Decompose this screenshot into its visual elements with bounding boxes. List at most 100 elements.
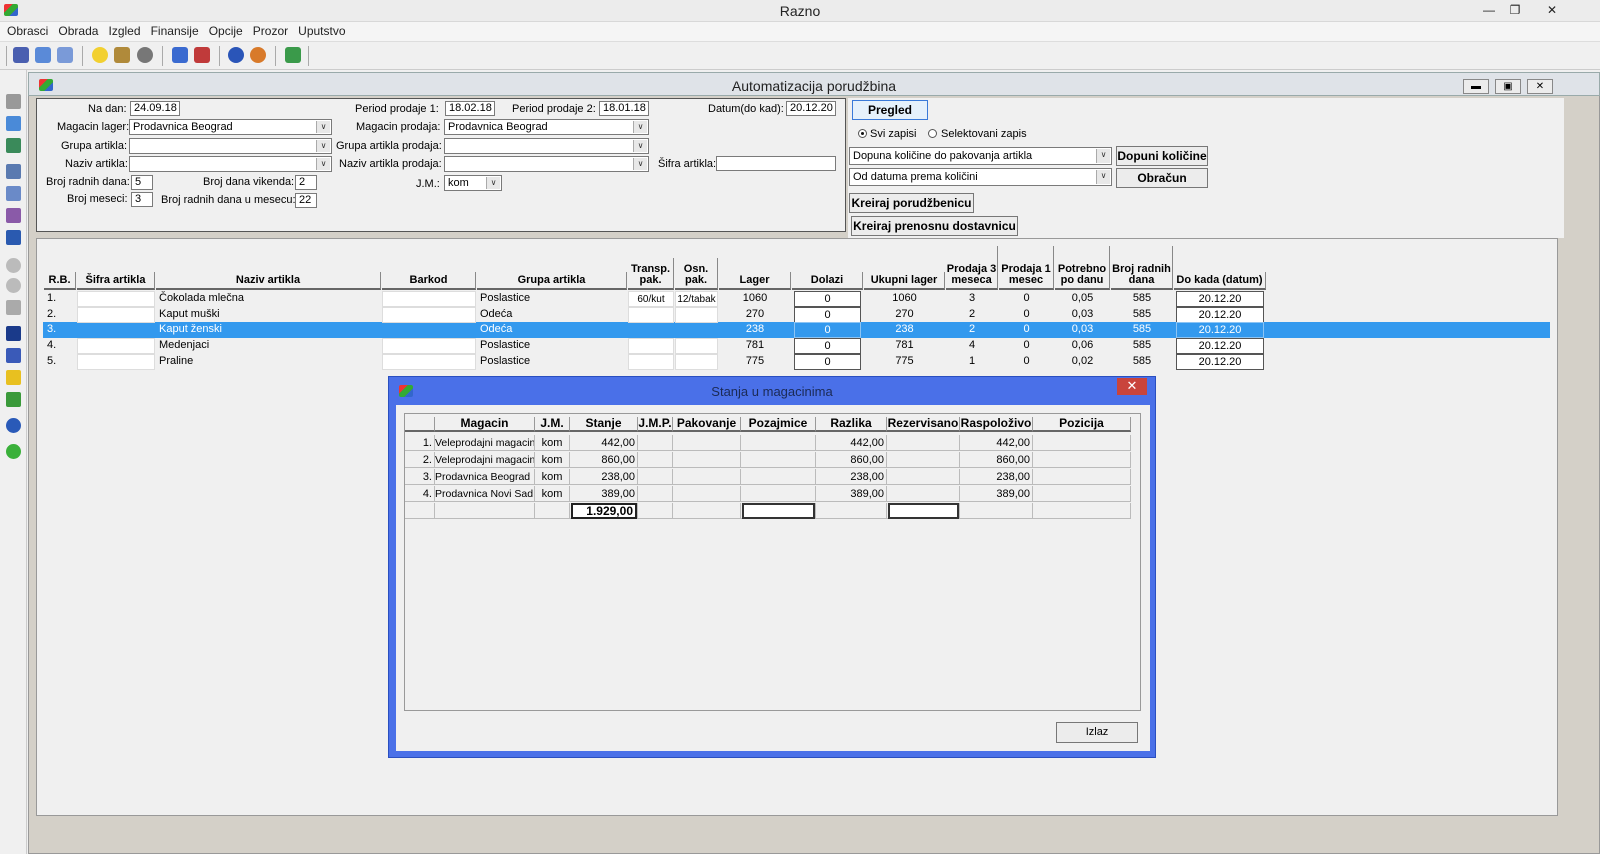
pozajmice-total-input[interactable] xyxy=(742,503,815,519)
izlaz-button[interactable]: Izlaz xyxy=(1056,722,1138,743)
jm-select[interactable]: kom ∨ xyxy=(444,175,502,191)
naziv-select[interactable]: ∨ xyxy=(129,156,332,172)
truck-icon[interactable] xyxy=(114,47,130,63)
minimize-button[interactable]: — xyxy=(1478,2,1500,18)
grid-cell-input[interactable]: 20.12.20 xyxy=(1176,291,1264,307)
naziv-prodaja-select[interactable]: ∨ xyxy=(444,156,649,172)
column-header[interactable]: Dolazi xyxy=(792,272,863,290)
menu-prozor[interactable]: Prozor xyxy=(246,22,288,38)
grid-cell-input[interactable]: 0 xyxy=(794,291,861,307)
column-header[interactable]: Prodaja 1 mesec xyxy=(999,246,1054,290)
grid-cell-input[interactable]: 20.12.20 xyxy=(1176,338,1264,355)
binoculars-icon[interactable] xyxy=(6,326,21,341)
radni-dani-field[interactable]: 5 xyxy=(131,175,153,190)
period1-field[interactable]: 18.02.18 xyxy=(445,101,495,116)
column-header[interactable]: Transp. pak. xyxy=(628,258,674,290)
save-icon[interactable] xyxy=(6,94,21,109)
column-header[interactable]: Lager xyxy=(719,272,791,290)
child-restore-button[interactable]: ▣ xyxy=(1495,79,1521,94)
sort-icon[interactable] xyxy=(6,348,21,363)
column-header[interactable]: Rezervisano xyxy=(887,417,960,432)
radio-svi[interactable] xyxy=(858,129,867,138)
help-icon[interactable] xyxy=(6,418,21,433)
column-header[interactable]: Razlika xyxy=(816,417,887,432)
magacin-lager-select[interactable]: Prodavnica Beograd ∨ xyxy=(129,119,332,135)
obracun-button[interactable]: Obračun xyxy=(1116,168,1208,188)
word-icon[interactable] xyxy=(6,230,21,245)
column-header[interactable]: Do kada (datum) xyxy=(1174,272,1266,290)
grid-cell-input[interactable]: 20.12.20 xyxy=(1176,322,1264,339)
obracun-mode-select[interactable]: Od datuma prema količini ∨ xyxy=(849,168,1112,186)
remove-icon[interactable] xyxy=(6,278,21,293)
menu-opcije[interactable]: Opcije xyxy=(202,22,243,38)
menu-obrasci[interactable]: Obrasci xyxy=(0,22,48,38)
dopuni-button[interactable]: Dopuni količine xyxy=(1116,146,1208,166)
column-header[interactable]: Pozicija xyxy=(1033,417,1131,432)
grupa-prodaja-select[interactable]: ∨ xyxy=(444,138,649,154)
dopuna-mode-select[interactable]: Dopuna količine do pakovanja artikla ∨ xyxy=(849,147,1112,165)
column-header[interactable]: Grupa artikla xyxy=(477,272,627,290)
settings-icon[interactable] xyxy=(137,47,153,63)
radni-mesec-field[interactable]: 22 xyxy=(295,193,317,208)
grid-cell-input[interactable]: 20.12.20 xyxy=(1176,306,1264,323)
restore-button[interactable]: ❐ xyxy=(1504,2,1526,18)
column-header[interactable]: Stanje xyxy=(570,417,638,432)
sifra-field[interactable] xyxy=(716,156,836,171)
column-header[interactable]: Šifra artikla xyxy=(77,272,155,290)
lightbulb-icon[interactable] xyxy=(92,47,108,63)
close-button[interactable]: ✕ xyxy=(1532,2,1572,18)
clipboard-icon[interactable] xyxy=(57,47,73,63)
preview-icon[interactable] xyxy=(6,186,21,201)
menu-finansije[interactable]: Finansije xyxy=(144,22,199,38)
column-header[interactable]: Pozajmice xyxy=(741,417,816,432)
grid-cell-input[interactable]: 0 xyxy=(794,306,861,323)
dialog-close-button[interactable]: ✕ xyxy=(1117,378,1147,395)
column-header[interactable]: Pakovanje xyxy=(673,417,741,432)
edit-icon[interactable] xyxy=(6,116,21,131)
column-header[interactable]: J.M. xyxy=(535,417,570,432)
export-icon[interactable] xyxy=(6,208,21,223)
radio-selektovani[interactable] xyxy=(928,129,937,138)
column-header[interactable]: Prodaja 3 meseca xyxy=(946,246,998,290)
expand-icon[interactable] xyxy=(6,392,21,407)
grupa-select[interactable]: ∨ xyxy=(129,138,332,154)
column-header[interactable]: Osn. pak. xyxy=(675,258,718,290)
go-icon[interactable] xyxy=(6,444,21,459)
column-header[interactable]: Ukupni lager xyxy=(864,272,945,290)
column-header[interactable]: Potrebno po danu xyxy=(1055,246,1110,290)
child-close-button[interactable]: ✕ xyxy=(1527,79,1553,94)
grid-cell-input[interactable]: 0 xyxy=(794,322,861,339)
grid-cell-input[interactable]: 0 xyxy=(794,353,861,370)
menu-uputstvo[interactable]: Uputstvo xyxy=(291,22,345,38)
document-icon[interactable] xyxy=(13,47,29,63)
folder-icon[interactable] xyxy=(172,47,188,63)
column-header[interactable]: Barkod xyxy=(382,272,476,290)
calculator-icon[interactable] xyxy=(194,47,210,63)
vikend-field[interactable]: 2 xyxy=(295,175,317,190)
exit-icon[interactable] xyxy=(285,47,301,63)
column-header[interactable]: Magacin xyxy=(435,417,535,432)
datum-field[interactable]: 20.12.20 xyxy=(786,101,836,116)
kreiraj-prenosnu-button[interactable]: Kreiraj prenosnu dostavnicu xyxy=(851,216,1018,236)
column-header[interactable]: Raspoloživo xyxy=(960,417,1033,432)
child-minimize-button[interactable]: ▬ xyxy=(1463,79,1489,94)
menu-obrada[interactable]: Obrada xyxy=(51,22,98,38)
column-header[interactable]: Naziv artikla xyxy=(156,272,381,290)
meseci-field[interactable]: 3 xyxy=(131,192,153,207)
kreiraj-porudzbenicu-button[interactable]: Kreiraj porudžbenicu xyxy=(849,193,974,213)
grid-cell-input[interactable]: 0 xyxy=(794,338,861,355)
period2-field[interactable]: 18.01.18 xyxy=(599,101,649,116)
print-icon[interactable] xyxy=(6,164,21,179)
na-dan-field[interactable]: 24.09.18 xyxy=(130,101,180,116)
copy-icon[interactable] xyxy=(35,47,51,63)
rezervisano-total-input[interactable] xyxy=(888,503,959,519)
edit-pencil-icon[interactable] xyxy=(6,300,21,315)
magacin-prodaja-select[interactable]: Prodavnica Beograd ∨ xyxy=(444,119,649,135)
column-header[interactable]: J.M.P. xyxy=(638,417,673,432)
column-header[interactable]: Broj radnih dana xyxy=(1111,246,1173,290)
menu-izgled[interactable]: Izgled xyxy=(102,22,141,38)
grid-cell-input[interactable]: 20.12.20 xyxy=(1176,353,1264,370)
globe-icon[interactable] xyxy=(250,47,266,63)
help-icon[interactable] xyxy=(228,47,244,63)
sheet-icon[interactable] xyxy=(6,138,21,153)
